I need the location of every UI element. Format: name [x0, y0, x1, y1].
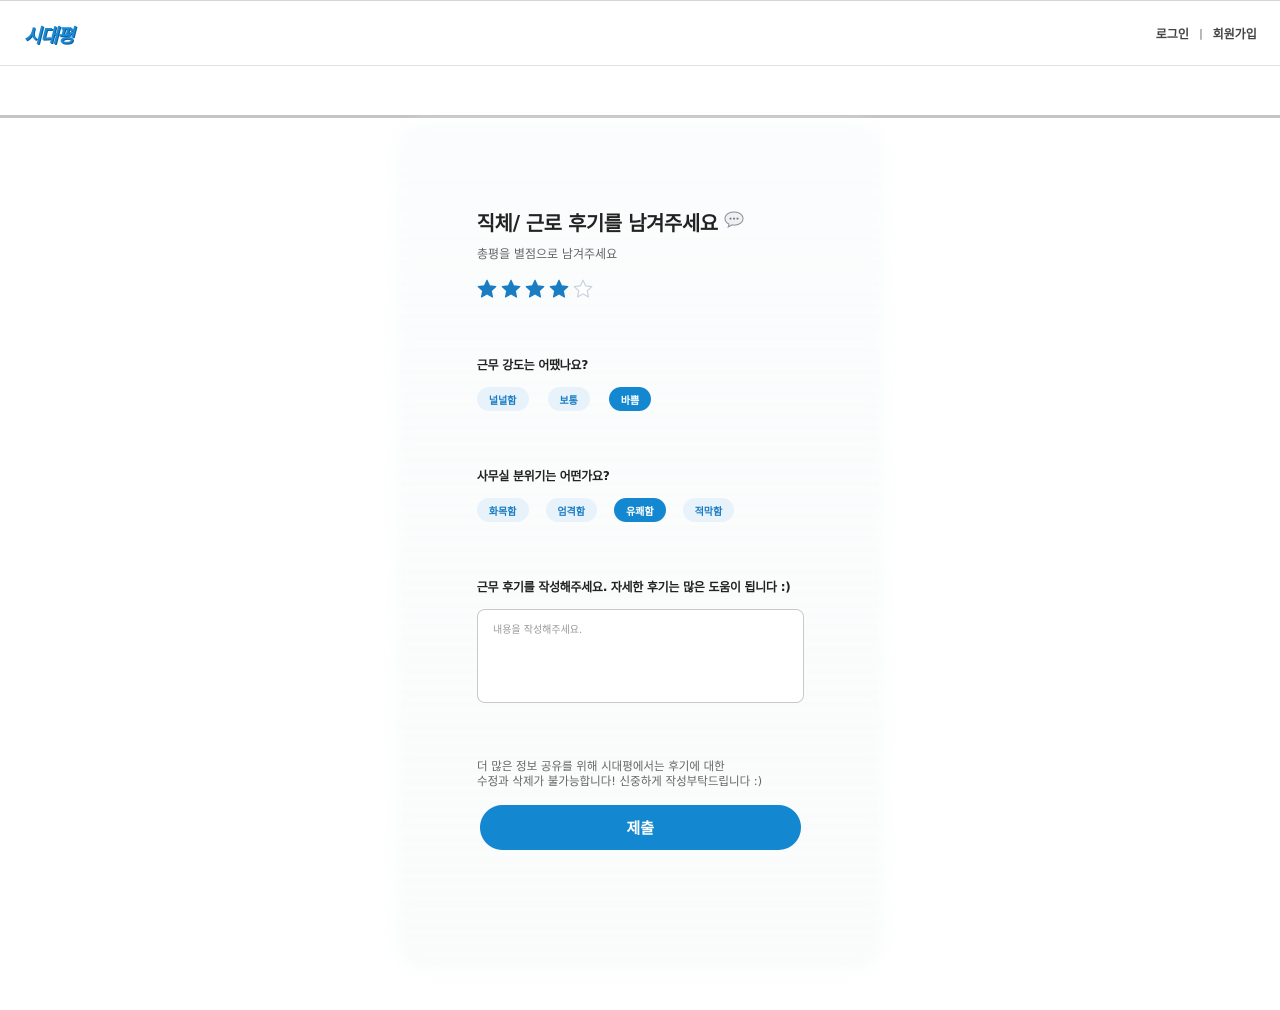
auth-separator: |	[1199, 27, 1203, 40]
atmosphere-option-chip[interactable]: 엄격함	[545, 498, 598, 522]
star-rating	[477, 279, 593, 299]
intensity-options: 널널함 보통 바쁨	[477, 387, 652, 411]
atmosphere-question: 사무실 분위기는 어떤가요?	[477, 469, 610, 483]
top-navigation-bar: 시대평 로그인 | 회원가입	[0, 0, 1280, 66]
comment-question: 근무 후기를 작성해주세요. 자세한 후기는 많은 도움이 됩니다 :)	[477, 580, 791, 594]
review-comment-textarea[interactable]	[477, 609, 804, 703]
sub-navigation-bar	[0, 66, 1280, 118]
speech-bubble-icon	[724, 211, 744, 228]
page-subtitle: 총평을 별점으로 남겨주세요	[477, 247, 618, 261]
star-empty-icon[interactable]	[573, 279, 593, 299]
page-title: 직체/ 근로 후기를 남겨주세요	[477, 211, 719, 235]
star-filled-icon[interactable]	[525, 279, 545, 299]
intensity-option-chip[interactable]: 보통	[547, 387, 591, 411]
star-filled-icon[interactable]	[501, 279, 521, 299]
notice-text: 더 많은 정보 공유를 위해 시대평에서는 후기에 대한 수정과 삭제가 불가능…	[477, 759, 762, 789]
notice-line-2: 수정과 삭제가 불가능합니다! 신중하게 작성부탁드립니다 :)	[477, 774, 763, 788]
star-filled-icon[interactable]	[549, 279, 569, 299]
notice-line-1: 더 많은 정보 공유를 위해 시대평에서는 후기에 대한	[477, 759, 725, 773]
intensity-option-chip[interactable]: 바쁨	[609, 387, 652, 411]
submit-button[interactable]: 제출	[480, 805, 801, 850]
atmosphere-option-chip[interactable]: 적막함	[682, 498, 735, 522]
site-logo[interactable]: 시대평	[24, 21, 74, 48]
signup-link[interactable]: 회원가입	[1213, 25, 1257, 42]
intensity-option-chip[interactable]: 널널함	[477, 387, 529, 411]
atmosphere-options: 화목함 엄격함 유쾌함 적막함	[477, 498, 735, 522]
star-filled-icon[interactable]	[477, 279, 497, 299]
auth-links: 로그인 | 회원가입	[1156, 25, 1257, 42]
login-link[interactable]: 로그인	[1156, 25, 1189, 42]
atmosphere-option-chip[interactable]: 화목함	[477, 498, 529, 522]
intensity-question: 근무 강도는 어땠나요?	[477, 358, 589, 372]
atmosphere-option-chip[interactable]: 유쾌함	[614, 498, 666, 522]
